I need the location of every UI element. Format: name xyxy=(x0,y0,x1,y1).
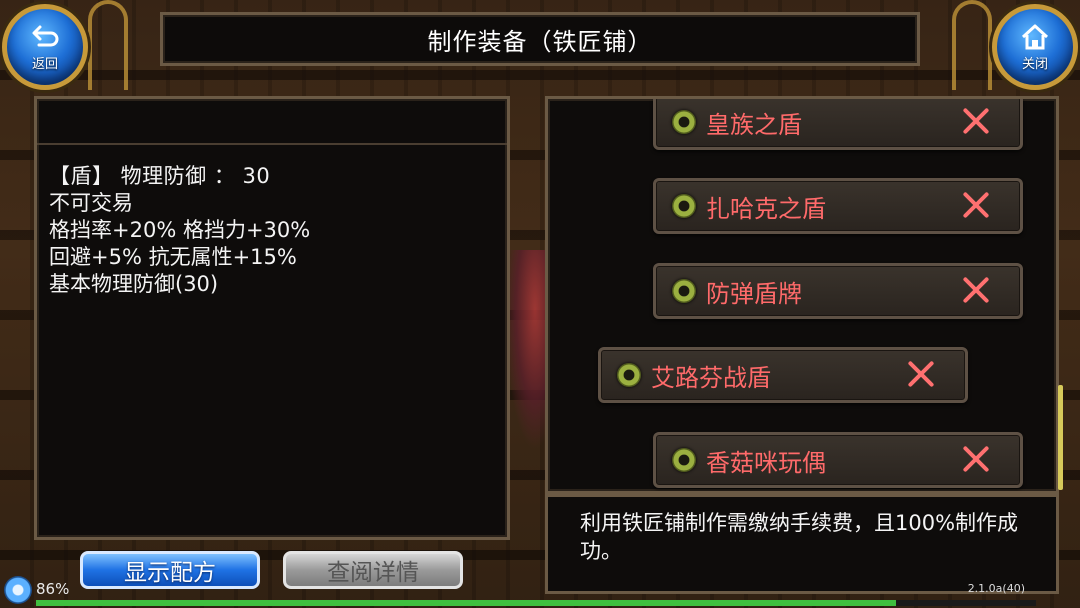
recipe-item[interactable]: 防弹盾牌 xyxy=(653,263,1023,319)
progress-fill xyxy=(36,600,896,606)
recipe-scrollbar[interactable] xyxy=(1058,385,1063,490)
close-label: 关闭 xyxy=(1021,56,1048,72)
shield-ring-icon xyxy=(672,194,696,218)
info-panel: 利用铁匠铺制作需缴纳手续费，且100%制作成功。 xyxy=(545,494,1059,594)
back-label: 返回 xyxy=(31,56,58,72)
item-base-defense: 基本物理防御(30) xyxy=(49,272,219,296)
show-recipe-button[interactable]: 显示配方 xyxy=(80,551,260,589)
item-type-defense: 【盾】 物理防御 ： 30 xyxy=(49,164,271,188)
back-arrow-icon xyxy=(32,25,59,46)
shield-ring-icon xyxy=(617,363,641,387)
unavailable-x-icon xyxy=(956,271,996,311)
recipe-item[interactable]: 香菇咪玩偶 xyxy=(653,432,1023,488)
view-details-button[interactable]: 查阅详情 xyxy=(283,551,463,589)
version-label: 2.1.0a(40) xyxy=(967,582,1025,595)
left-ornament xyxy=(88,0,128,90)
battery-percent: 86% xyxy=(36,580,70,598)
recipe-name: 皇族之盾 xyxy=(706,110,802,139)
close-button[interactable]: 关闭 xyxy=(992,4,1078,90)
network-icon xyxy=(4,576,32,604)
back-button[interactable]: 返回 xyxy=(2,4,88,90)
unavailable-x-icon xyxy=(956,102,996,142)
recipe-name: 艾路芬战盾 xyxy=(651,363,771,392)
right-ornament xyxy=(952,0,992,90)
item-detail-header xyxy=(37,99,507,145)
item-evade-stats: 回避+5% 抗无属性+15% xyxy=(49,245,297,269)
fee-notice: 利用铁匠铺制作需缴纳手续费，且100%制作成功。 xyxy=(580,511,1019,563)
item-trade-restriction: 不可交易 xyxy=(49,191,133,215)
item-block-stats: 格挡率+20% 格挡力+30% xyxy=(49,218,311,242)
recipe-name: 扎哈克之盾 xyxy=(706,194,826,223)
item-detail-panel: 【盾】 物理防御 ： 30 不可交易 格挡率+20% 格挡力+30% 回避+5%… xyxy=(34,96,510,540)
item-description: 【盾】 物理防御 ： 30 不可交易 格挡率+20% 格挡力+30% 回避+5%… xyxy=(49,163,310,298)
shield-ring-icon xyxy=(672,448,696,472)
recipe-item-selected[interactable]: 艾路芬战盾 xyxy=(598,347,968,403)
loading-progress-bar xyxy=(36,600,1036,606)
unavailable-x-icon xyxy=(956,440,996,480)
recipe-name: 防弹盾牌 xyxy=(706,279,802,308)
page-title: 制作装备（铁匠铺） xyxy=(160,12,920,66)
recipe-item[interactable]: 扎哈克之盾 xyxy=(653,178,1023,234)
recipe-name: 香菇咪玩偶 xyxy=(706,448,826,477)
unavailable-x-icon xyxy=(956,186,996,226)
recipe-list-panel[interactable]: 皇族之盾 扎哈克之盾 防弹盾牌 艾路芬战盾 香菇咪玩偶 xyxy=(545,96,1059,494)
shield-ring-icon xyxy=(672,110,696,134)
unavailable-x-icon xyxy=(901,355,941,395)
recipe-item[interactable]: 皇族之盾 xyxy=(653,99,1023,150)
shield-ring-icon xyxy=(672,279,696,303)
home-icon xyxy=(1021,24,1049,49)
